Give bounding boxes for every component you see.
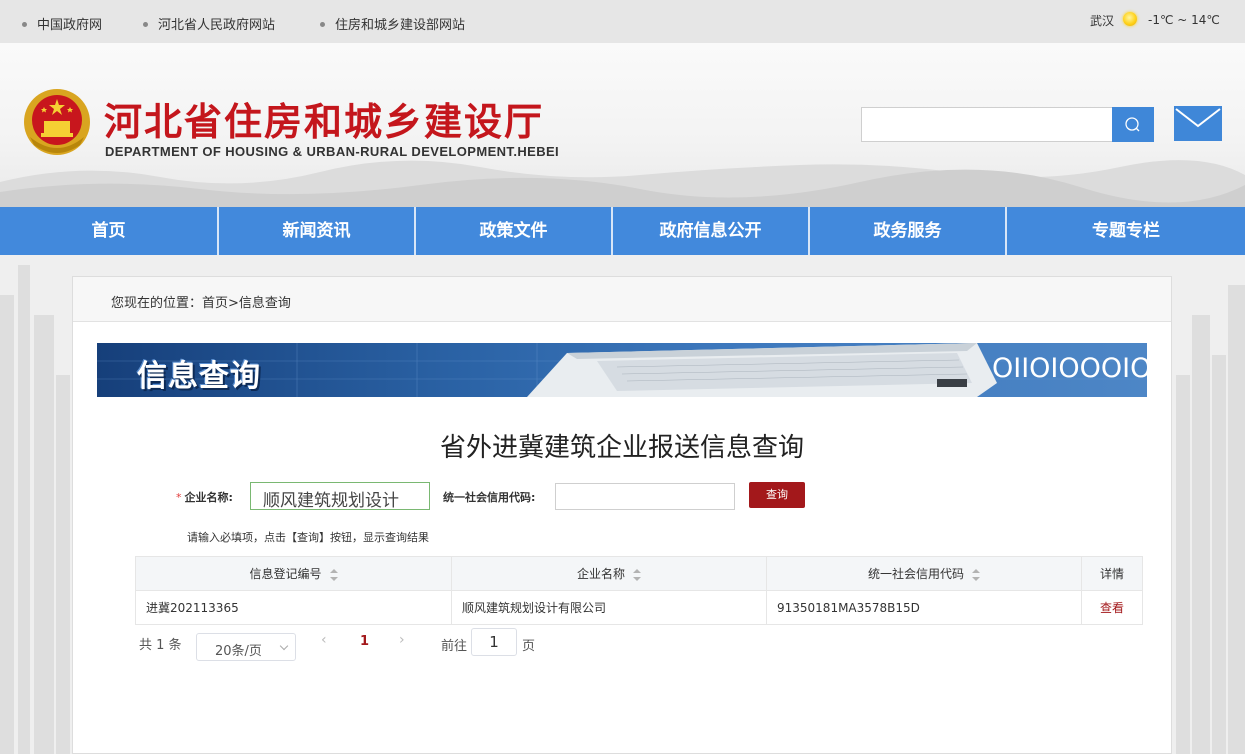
link-mohurd[interactable]: 住房和城乡建设部网站 [320,14,465,33]
query-title: 省外进冀建筑企业报送信息查询 [439,433,804,463]
weather-city: 武汉 [1090,14,1115,28]
banner-title: 信息查询 [137,359,261,394]
breadcrumb: 您现在的位置：首页>信息查询 [73,277,1171,322]
site-subtitle: DEPARTMENT OF HOUSING & URBAN-RURAL DEVE… [105,144,560,159]
bullet-icon [320,22,325,27]
info-query-banner: 信息查询 OIIOIOOOIOIII [97,343,1147,397]
query-hint: 请输入必填项，点击【查询】按钮，显示查询结果 [187,531,429,544]
goto-label: 前往 [441,639,468,654]
goto-page-input[interactable]: 1 [471,628,517,656]
bullet-icon [143,22,148,27]
sort-icon[interactable] [329,568,338,581]
sort-icon[interactable] [633,568,641,581]
breadcrumb-text: 您现在的位置：首页>信息查询 [111,296,291,311]
table-header-row: 信息登记编号 企业名称 统一社会信用代码 详情 [135,556,1143,591]
site-header: 河北省住房和城乡建设厅 DEPARTMENT OF HOUSING & URBA… [0,43,1245,207]
column-header-credit-code[interactable]: 统一社会信用代码 [766,556,1082,591]
bullet-icon [22,22,27,27]
credit-code-input[interactable] [555,483,735,510]
pagination-total: 共 1 条 [139,638,182,653]
mail-button[interactable] [1174,106,1222,141]
search-icon [1125,117,1140,132]
nav-item-home[interactable]: 首页 [0,207,219,255]
cell-credit-code: 91350181MA3578B15D [766,590,1082,625]
nav-item-news[interactable]: 新闻资讯 [219,207,416,255]
credit-code-label: 统一社会信用代码: [443,491,536,504]
sun-icon [1123,12,1137,26]
mail-icon [1174,106,1222,141]
search-button[interactable] [1112,107,1154,142]
banner-binary-text: OIIOIOOOIOIII [992,353,1147,384]
query-button[interactable]: 查询 [749,482,805,508]
nav-item-topics[interactable]: 专题专栏 [1007,207,1245,255]
cell-company: 顺风建筑规划设计有限公司 [451,590,767,625]
nav-item-services[interactable]: 政务服务 [810,207,1007,255]
link-gov-cn[interactable]: 中国政府网 [22,14,102,33]
sort-icon[interactable] [972,568,980,581]
view-detail-link[interactable]: 查看 [1081,590,1143,625]
weather-temperature: -1℃ ~ 14℃ [1148,13,1220,27]
content-panel: 您现在的位置：首页>信息查询 信息查询 OIIOIOOOIOIII 省外进冀建筑… [72,276,1172,754]
goto-suffix: 页 [522,639,536,654]
search-input[interactable] [861,107,1113,142]
column-header-detail: 详情 [1081,556,1143,591]
page-size-select[interactable]: 20条/页 [196,633,296,661]
column-header-company[interactable]: 企业名称 [451,556,767,591]
nav-item-gov-info[interactable]: 政府信息公开 [613,207,810,255]
chevron-down-icon [279,641,289,651]
site-title: 河北省住房和城乡建设厅 [104,100,545,144]
company-name-input[interactable]: 顺风建筑规划设计 [250,482,430,510]
results-table: 信息登记编号 企业名称 统一社会信用代码 详情 进冀202113365 顺风建筑… [135,556,1143,625]
cell-reg-no: 进冀202113365 [135,590,452,625]
main-nav: 首页 新闻资讯 政策文件 政府信息公开 政务服务 专题专栏 [0,207,1245,255]
column-header-reg-no[interactable]: 信息登记编号 [135,556,452,591]
link-hebei-gov[interactable]: 河北省人民政府网站 [143,14,275,33]
next-page-button[interactable]: › [399,632,405,648]
table-row: 进冀202113365 顺风建筑规划设计有限公司 91350181MA3578B… [135,590,1143,625]
national-emblem-icon [24,89,90,155]
top-bar: 中国政府网 河北省人民政府网站 住房和城乡建设部网站 武汉 -1℃ ~ 14℃ [0,0,1245,43]
nav-item-policy[interactable]: 政策文件 [416,207,613,255]
current-page[interactable]: 1 [360,634,369,649]
prev-page-button[interactable]: ‹ [321,632,327,648]
company-name-label: * 企业名称: [176,491,233,504]
